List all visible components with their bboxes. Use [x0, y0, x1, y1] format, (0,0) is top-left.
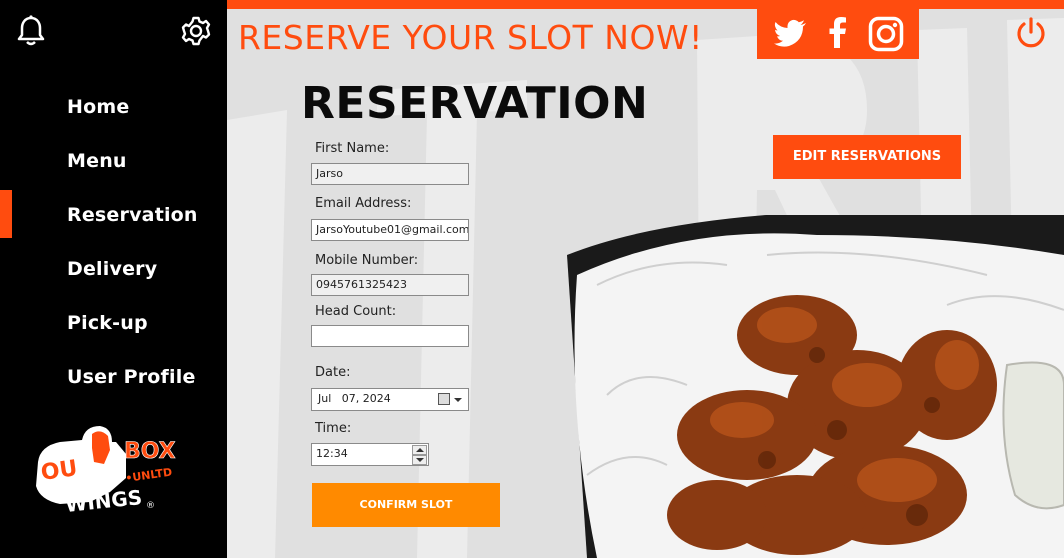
spin-up-button[interactable] — [412, 445, 427, 455]
sidebar: Home Menu Reservation Delivery Pick-up U… — [0, 0, 227, 558]
twitter-icon[interactable] — [773, 15, 809, 51]
nav-item-home[interactable]: Home — [67, 96, 129, 118]
email-field[interactable]: JarsoYoutube01@gmail.com — [311, 219, 469, 241]
facebook-icon[interactable] — [823, 15, 853, 51]
date-label: Date: — [315, 365, 351, 380]
time-label: Time: — [315, 421, 352, 436]
time-stepper[interactable]: 12:34 — [311, 443, 429, 466]
nav-item-reservation[interactable]: Reservation — [67, 204, 198, 226]
email-label: Email Address: — [315, 196, 412, 211]
chevron-down-icon[interactable] — [454, 398, 462, 402]
instagram-icon[interactable] — [867, 15, 905, 53]
edit-reservations-button[interactable]: EDIT RESERVATIONS — [773, 135, 961, 179]
date-picker[interactable]: Jul 07, 2024 — [311, 388, 469, 411]
svg-text:®: ® — [146, 501, 155, 511]
nav-item-delivery[interactable]: Delivery — [67, 258, 157, 280]
head-count-label: Head Count: — [315, 304, 397, 319]
first-name-label: First Name: — [315, 141, 390, 156]
active-nav-indicator — [0, 190, 12, 238]
page-title: RESERVATION — [301, 78, 649, 129]
top-accent-strip — [227, 0, 1064, 9]
head-count-field[interactable] — [311, 325, 469, 347]
social-links — [757, 9, 919, 59]
confirm-slot-button[interactable]: CONFIRM SLOT — [312, 483, 500, 527]
outbox-wings-logo: OU BOX •UNLTD WINGS ® — [36, 426, 176, 517]
gear-icon[interactable] — [180, 14, 212, 48]
main-content: RESERVE YOUR SLOT NOW! RESERVATION EDIT … — [227, 0, 1064, 558]
date-value: Jul 07, 2024 — [318, 392, 391, 405]
svg-text:OU: OU — [39, 456, 79, 486]
spin-down-button[interactable] — [412, 455, 427, 465]
svg-text:•UNLTD: •UNLTD — [125, 466, 173, 485]
nav-item-menu[interactable]: Menu — [67, 150, 127, 172]
headline: RESERVE YOUR SLOT NOW! — [238, 18, 703, 57]
bell-icon[interactable] — [15, 14, 47, 48]
nav-item-user-profile[interactable]: User Profile — [67, 366, 196, 388]
chicken-wings-image — [567, 215, 1064, 558]
nav-item-pickup[interactable]: Pick-up — [67, 312, 148, 334]
mobile-number-field[interactable]: 0945761325423 — [311, 274, 469, 296]
time-value: 12:34 — [316, 447, 348, 460]
svg-text:BOX: BOX — [124, 439, 176, 464]
first-name-field[interactable]: Jarso — [311, 163, 469, 185]
mobile-number-label: Mobile Number: — [315, 253, 419, 268]
power-icon[interactable] — [1014, 16, 1048, 50]
calendar-icon[interactable] — [438, 393, 450, 405]
